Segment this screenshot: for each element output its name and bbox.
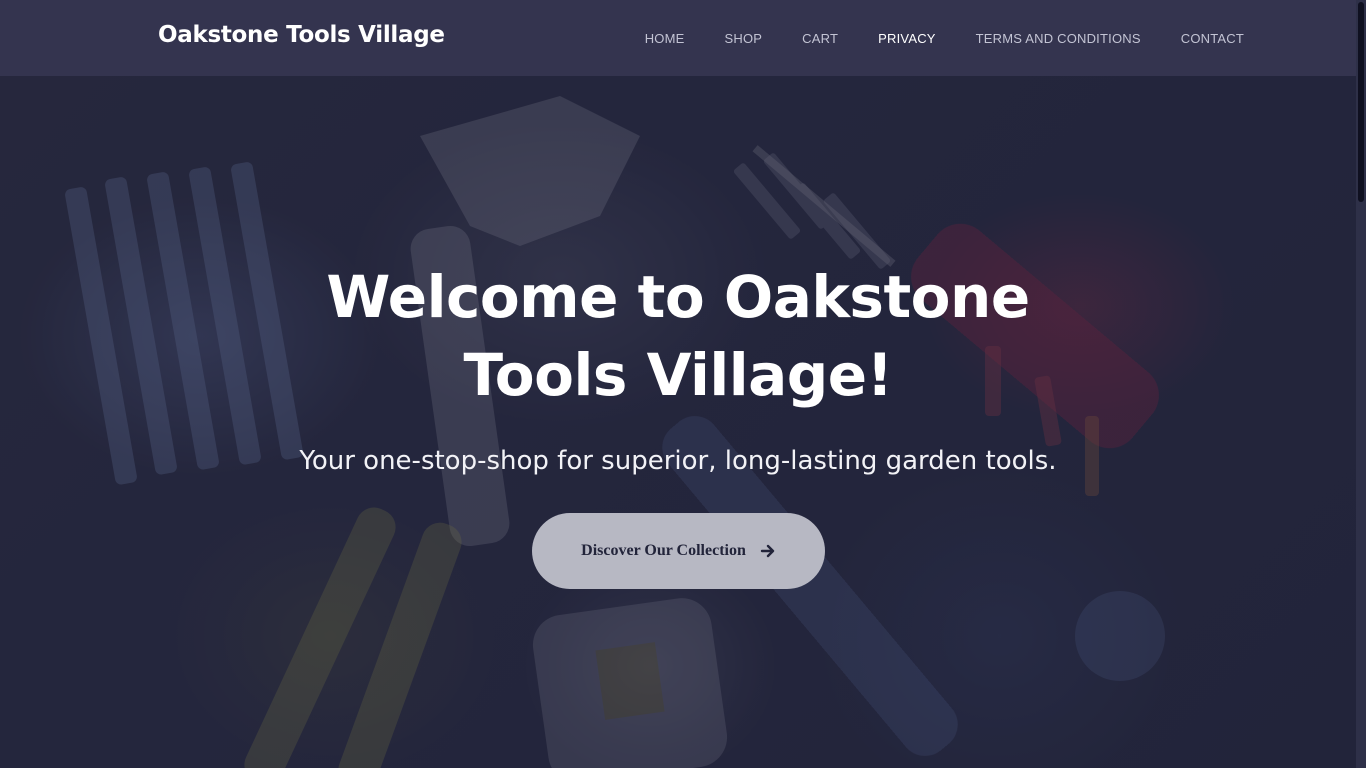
discover-collection-button[interactable]: Discover Our Collection [532, 513, 825, 589]
hero-subtitle: Your one-stop-shop for superior, long-la… [299, 446, 1057, 476]
main-nav: HOME SHOP CART PRIVACY TERMS AND CONDITI… [625, 0, 1244, 76]
arrow-right-icon [760, 543, 776, 559]
nav-link-home[interactable]: HOME [625, 31, 705, 46]
nav-link-cart[interactable]: CART [782, 31, 858, 46]
nav-link-privacy[interactable]: PRIVACY [858, 31, 956, 46]
hero-background-image [0, 76, 1356, 768]
nav-item-cart: CART [782, 31, 858, 46]
nav-link-contact[interactable]: CONTACT [1161, 31, 1244, 46]
navbar: Oakstone Tools Village HOME SHOP CART PR… [0, 0, 1356, 76]
hero-title: Welcome to Oakstone Tools Village! [326, 263, 1030, 409]
nav-item-shop: SHOP [705, 31, 783, 46]
nav-item-contact: CONTACT [1161, 31, 1244, 46]
page-scrollbar[interactable] [1356, 0, 1366, 768]
brand-logo-link[interactable]: Oakstone Tools Village [158, 22, 445, 48]
nav-link-shop[interactable]: SHOP [705, 31, 783, 46]
page: Oakstone Tools Village HOME SHOP CART PR… [0, 0, 1366, 768]
nav-item-home: HOME [625, 31, 705, 46]
nav-item-terms: TERMS AND CONDITIONS [956, 31, 1161, 46]
scrollbar-thumb[interactable] [1358, 2, 1364, 202]
nav-item-privacy: PRIVACY [858, 31, 956, 46]
cta-label: Discover Our Collection [581, 542, 746, 559]
hero-section: Welcome to Oakstone Tools Village! Your … [0, 76, 1356, 768]
nav-link-terms[interactable]: TERMS AND CONDITIONS [956, 31, 1161, 46]
